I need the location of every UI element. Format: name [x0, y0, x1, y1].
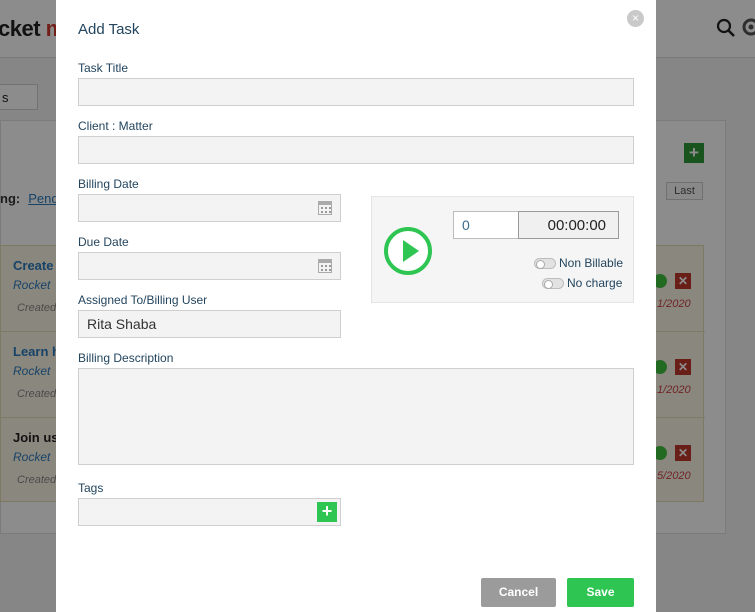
modal-title: Add Task: [78, 21, 140, 38]
save-button[interactable]: Save: [567, 578, 634, 607]
close-icon[interactable]: ×: [627, 10, 644, 27]
billing-description-input[interactable]: [78, 368, 634, 465]
task-title-input[interactable]: [78, 78, 634, 106]
non-billable-label: Non Billable: [559, 256, 624, 270]
calendar-icon[interactable]: [318, 201, 332, 215]
assigned-to-label: Assigned To/Billing User: [78, 293, 208, 307]
timer-panel: 00:00:00 Non Billable No charge: [371, 196, 634, 303]
timer-display: 00:00:00: [518, 211, 619, 239]
no-charge-label: No charge: [567, 276, 623, 290]
billing-date-label: Billing Date: [78, 177, 139, 191]
cancel-button[interactable]: Cancel: [481, 578, 556, 607]
due-date-input[interactable]: [78, 252, 341, 280]
tags-label: Tags: [78, 481, 104, 495]
due-date-label: Due Date: [78, 235, 129, 249]
non-billable-toggle[interactable]: [534, 258, 556, 269]
add-tag-button[interactable]: +: [317, 502, 337, 522]
tags-input[interactable]: [78, 498, 341, 526]
hours-input[interactable]: [453, 211, 519, 239]
assigned-to-input[interactable]: [78, 310, 341, 338]
calendar-icon[interactable]: [318, 259, 332, 273]
play-icon[interactable]: [384, 227, 432, 275]
task-title-label: Task Title: [78, 61, 129, 75]
client-matter-label: Client : Matter: [78, 119, 153, 133]
billing-description-label: Billing Description: [78, 351, 174, 365]
no-charge-toggle[interactable]: [542, 278, 564, 289]
add-task-modal: Add Task × Task Title Client : Matter Bi…: [56, 0, 656, 612]
client-matter-input[interactable]: [78, 136, 634, 164]
billing-date-input[interactable]: [78, 194, 341, 222]
